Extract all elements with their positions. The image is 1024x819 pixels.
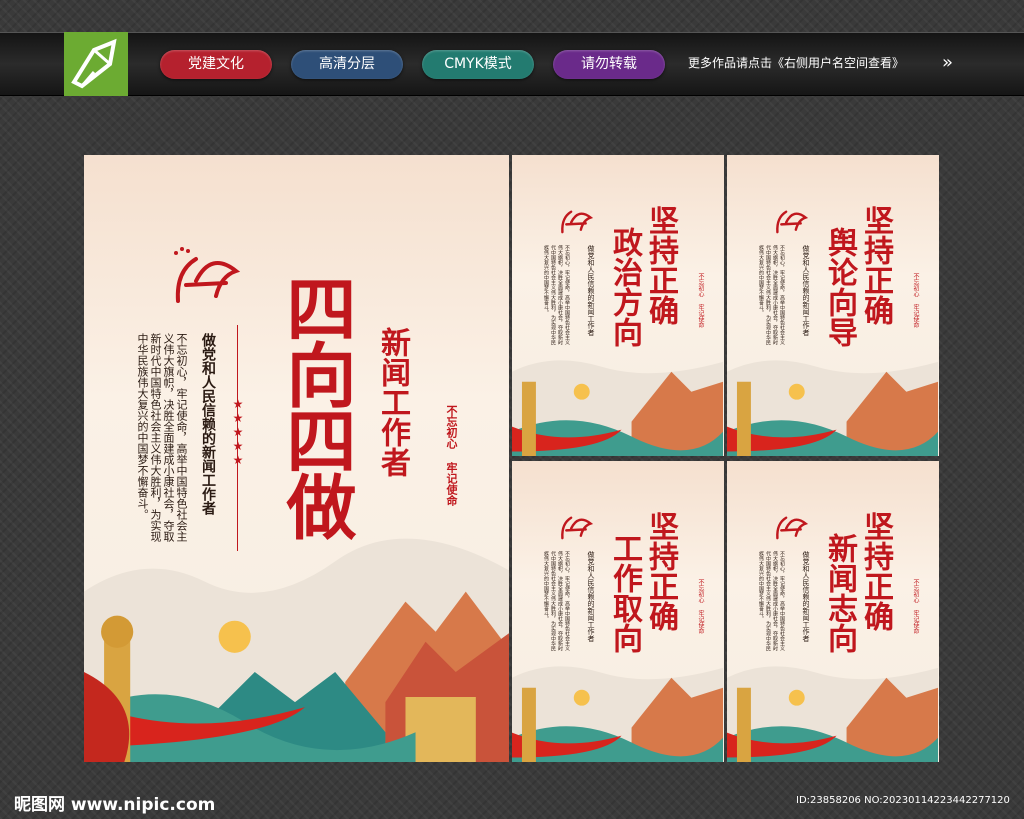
more-works-note[interactable]: 更多作品请点击《右侧用户名空间查看》 <box>688 54 904 71</box>
poster-body-text: 不忘初心，牢记使命，高举中国特色社会主义伟大旗帜，决胜全面建成小康社会，夺取新时… <box>758 551 785 651</box>
poster-title-line2: 政治方向 <box>607 227 642 347</box>
small-poster-3: 坚持正确 工作取向 做党和人民信赖的新闻工作者 不忘初心，牢记使命，高举中国特色… <box>512 461 724 762</box>
china-dream-logo <box>561 516 594 540</box>
poster-body-text: 不忘初心，牢记使命，高举中国特色社会主义伟大旗帜，决胜全面建成小康社会，夺取新时… <box>758 245 785 345</box>
poster-title-line1: 坚持正确 <box>643 205 678 325</box>
poster-seal: 不忘初心 牢记使命 <box>912 579 919 634</box>
image-id-watermark: ID:23858206 NO:20230114223442277120 <box>796 795 1010 806</box>
china-dream-logo <box>561 210 594 234</box>
poster-heading: 做党和人民信赖的新闻工作者 <box>802 551 810 642</box>
poster-title-line2: 舆论向导 <box>822 227 857 347</box>
main-body-text: 不忘初心，牢记使命，高举中国特色社会主义伟大旗帜，决胜全面建成小康社会，夺取新时… <box>136 333 188 542</box>
tag-cmyk[interactable]: CMYK模式 <box>422 50 534 79</box>
main-title: 四向四做 <box>275 273 358 537</box>
poster-title-line1: 坚持正确 <box>643 511 678 631</box>
china-dream-logo <box>776 210 809 234</box>
main-poster: 四向四做 新闻工作者 不忘初心 牢记使命 ★★★★★ 做党和人民信赖的新闻工作者… <box>84 155 509 762</box>
tag-hd-layers[interactable]: 高清分层 <box>291 50 403 79</box>
poster-title-line2: 新闻志向 <box>822 533 857 653</box>
tag-no-repost[interactable]: 请勿转载 <box>553 50 665 79</box>
small-poster-4: 坚持正确 新闻志向 做党和人民信赖的新闻工作者 不忘初心，牢记使命，高举中国特色… <box>727 461 939 762</box>
main-subtitle: 新闻工作者 <box>375 327 410 477</box>
tag-party-culture[interactable]: 党建文化 <box>160 50 272 79</box>
site-logo[interactable] <box>64 32 128 96</box>
poster-body-text: 不忘初心，牢记使命，高举中国特色社会主义伟大旗帜，决胜全面建成小康社会，夺取新时… <box>543 245 570 345</box>
china-dream-logo <box>174 247 241 303</box>
poster-seal: 不忘初心 牢记使命 <box>697 579 704 634</box>
poster-heading: 做党和人民信赖的新闻工作者 <box>587 245 595 336</box>
poster-seal: 不忘初心 牢记使命 <box>912 273 919 328</box>
poster-heading: 做党和人民信赖的新闻工作者 <box>802 245 810 336</box>
china-dream-logo <box>776 516 809 540</box>
poster-title-line1: 坚持正确 <box>858 511 893 631</box>
pen-nib-icon <box>71 38 117 89</box>
poster-title-line1: 坚持正确 <box>858 205 893 325</box>
main-heading: 做党和人民信赖的新闻工作者 <box>200 333 216 515</box>
site-watermark: 昵图网 www.nipic.com <box>14 795 216 815</box>
poster-title-line2: 工作取向 <box>607 533 642 653</box>
small-poster-2: 坚持正确 舆论向导 做党和人民信赖的新闻工作者 不忘初心，牢记使命，高举中国特色… <box>727 155 939 456</box>
star-icon: ★★★★★ <box>231 397 245 467</box>
small-poster-1: 坚持正确 政治方向 做党和人民信赖的新闻工作者 不忘初心，牢记使命，高举中国特色… <box>512 155 724 456</box>
poster-seal: 不忘初心 牢记使命 <box>697 273 704 328</box>
poster-body-text: 不忘初心，牢记使命，高举中国特色社会主义伟大旗帜，决胜全面建成小康社会，夺取新时… <box>543 551 570 651</box>
main-seal: 不忘初心 牢记使命 <box>445 405 458 506</box>
poster-heading: 做党和人民信赖的新闻工作者 <box>587 551 595 642</box>
double-arrow-icon[interactable]: » <box>942 54 953 72</box>
